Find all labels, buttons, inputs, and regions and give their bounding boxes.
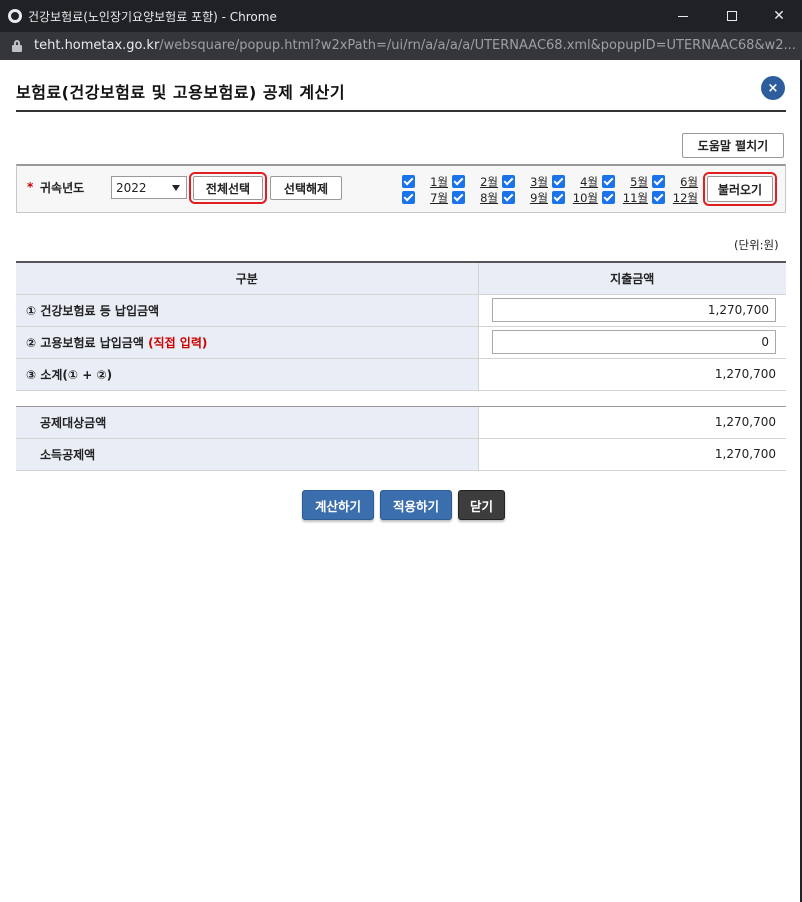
month-8[interactable]: 8월 (452, 190, 500, 205)
month-12[interactable]: 12월 (652, 190, 700, 205)
checkbox-icon[interactable] (452, 191, 465, 204)
checkbox-icon[interactable] (652, 175, 665, 188)
url-path: /websquare/popup.html?w2xPath=/ui/rn/a/a… (159, 38, 796, 53)
help-expand-button[interactable]: 도움말 펼치기 (682, 133, 784, 158)
deductible-amount-label: 공제대상금액 (16, 406, 479, 439)
health-insurance-cell: 1,270,700 (478, 294, 786, 327)
window-title: 건강보험료(노인장기요양보험료 포함) - Chrome (28, 10, 277, 24)
table-row: 소득공제액 1,270,700 (16, 438, 786, 471)
checkbox-icon[interactable] (652, 191, 665, 204)
month-3[interactable]: 3월 (502, 174, 550, 189)
subtotal-value: 1,270,700 (478, 358, 786, 391)
employment-insurance-label-text: ② 고용보험료 납입금액 (26, 335, 149, 350)
minimize-icon (678, 15, 688, 17)
month-checkboxes: 1월 2월 3월 4월 5월 6월 7월 8월 9월 10월 11월 12월 (402, 174, 702, 206)
column-header-category: 구분 (16, 261, 479, 295)
month-1[interactable]: 1월 (402, 174, 450, 189)
popup-header: 보험료(건강보험료 및 고용보험료) 공제 계산기 × (16, 74, 786, 112)
employment-insurance-input[interactable]: 0 (492, 330, 776, 354)
maximize-button[interactable] (709, 0, 755, 32)
table-row: 공제대상금액 1,270,700 (16, 406, 786, 439)
employment-insurance-cell: 0 (478, 326, 786, 359)
required-mark: * (27, 180, 34, 194)
month-7[interactable]: 7월 (402, 190, 450, 205)
checkbox-icon[interactable] (502, 191, 515, 204)
deselect-button[interactable]: 선택해제 (270, 176, 342, 200)
column-header-amount: 지출금액 (478, 261, 786, 295)
filter-bar: * 귀속년도 2022 전체선택 선택해제 1월 2월 3월 4월 5월 6월 … (16, 164, 786, 213)
month-11[interactable]: 11월 (602, 190, 650, 205)
table-row: ② 고용보험료 납입금액 (직접 입력) 0 (16, 326, 786, 359)
month-2[interactable]: 2월 (452, 174, 500, 189)
month-9[interactable]: 9월 (502, 190, 550, 205)
deductible-amount-value: 1,270,700 (478, 406, 786, 439)
action-bar: 계산하기 적용하기 닫기 (0, 490, 802, 520)
minimize-button[interactable] (660, 0, 706, 32)
subtotal-label: ③ 소계(① + ②) (16, 358, 479, 391)
month-6[interactable]: 6월 (652, 174, 700, 189)
close-x-icon: ✕ (773, 8, 785, 24)
url-host: teht.hometax.go.kr (34, 38, 160, 53)
address-bar[interactable]: teht.hometax.go.kr/websquare/popup.html?… (0, 32, 802, 60)
health-insurance-label: ① 건강보험료 등 납입금액 (16, 294, 479, 327)
separator-cell (16, 390, 786, 407)
year-label: 귀속년도 (40, 181, 85, 195)
checkbox-icon[interactable] (602, 191, 615, 204)
table-header-row: 구분 지출금액 (16, 261, 786, 295)
page-title: 보험료(건강보험료 및 고용보험료) 공제 계산기 (16, 83, 346, 102)
checkbox-icon[interactable] (402, 175, 415, 188)
chevron-down-icon (172, 185, 180, 191)
calculate-button[interactable]: 계산하기 (302, 490, 374, 520)
direct-input-note: (직접 입력) (148, 335, 208, 350)
close-button[interactable]: 닫기 (458, 490, 505, 520)
maximize-icon (727, 11, 737, 21)
checkbox-icon[interactable] (452, 175, 465, 188)
health-insurance-input[interactable]: 1,270,700 (492, 298, 776, 322)
window-close-button[interactable]: ✕ (756, 0, 802, 32)
employment-insurance-label: ② 고용보험료 납입금액 (직접 입력) (16, 326, 479, 359)
income-deduction-label: 소득공제액 (16, 438, 479, 471)
unit-label: (단위:원) (734, 238, 779, 252)
year-select[interactable]: 2022 (111, 176, 187, 199)
checkbox-icon[interactable] (602, 175, 615, 188)
income-deduction-value: 1,270,700 (478, 438, 786, 471)
select-all-button[interactable]: 전체선택 (189, 172, 267, 204)
month-5[interactable]: 5월 (602, 174, 650, 189)
checkbox-icon[interactable] (552, 175, 565, 188)
year-value: 2022 (116, 180, 147, 195)
checkbox-icon[interactable] (552, 191, 565, 204)
load-button[interactable]: 불러오기 (703, 172, 777, 206)
table-separator (16, 390, 786, 407)
globe-icon (8, 9, 22, 23)
window-titlebar: 건강보험료(노인장기요양보험료 포함) - Chrome ✕ (0, 0, 802, 32)
popup-close-button[interactable]: × (761, 76, 785, 100)
checkbox-icon[interactable] (502, 175, 515, 188)
month-4[interactable]: 4월 (552, 174, 600, 189)
apply-button[interactable]: 적용하기 (380, 490, 452, 520)
url-text: teht.hometax.go.kr/websquare/popup.html?… (34, 38, 796, 53)
lock-icon (12, 40, 22, 52)
table-row: ③ 소계(① + ②) 1,270,700 (16, 358, 786, 391)
month-10[interactable]: 10월 (552, 190, 600, 205)
deduction-table: 구분 지출금액 ① 건강보험료 등 납입금액 1,270,700 ② 고용보험료… (16, 261, 786, 471)
table-row: ① 건강보험료 등 납입금액 1,270,700 (16, 294, 786, 327)
close-icon: × (767, 80, 779, 96)
checkbox-icon[interactable] (402, 191, 415, 204)
